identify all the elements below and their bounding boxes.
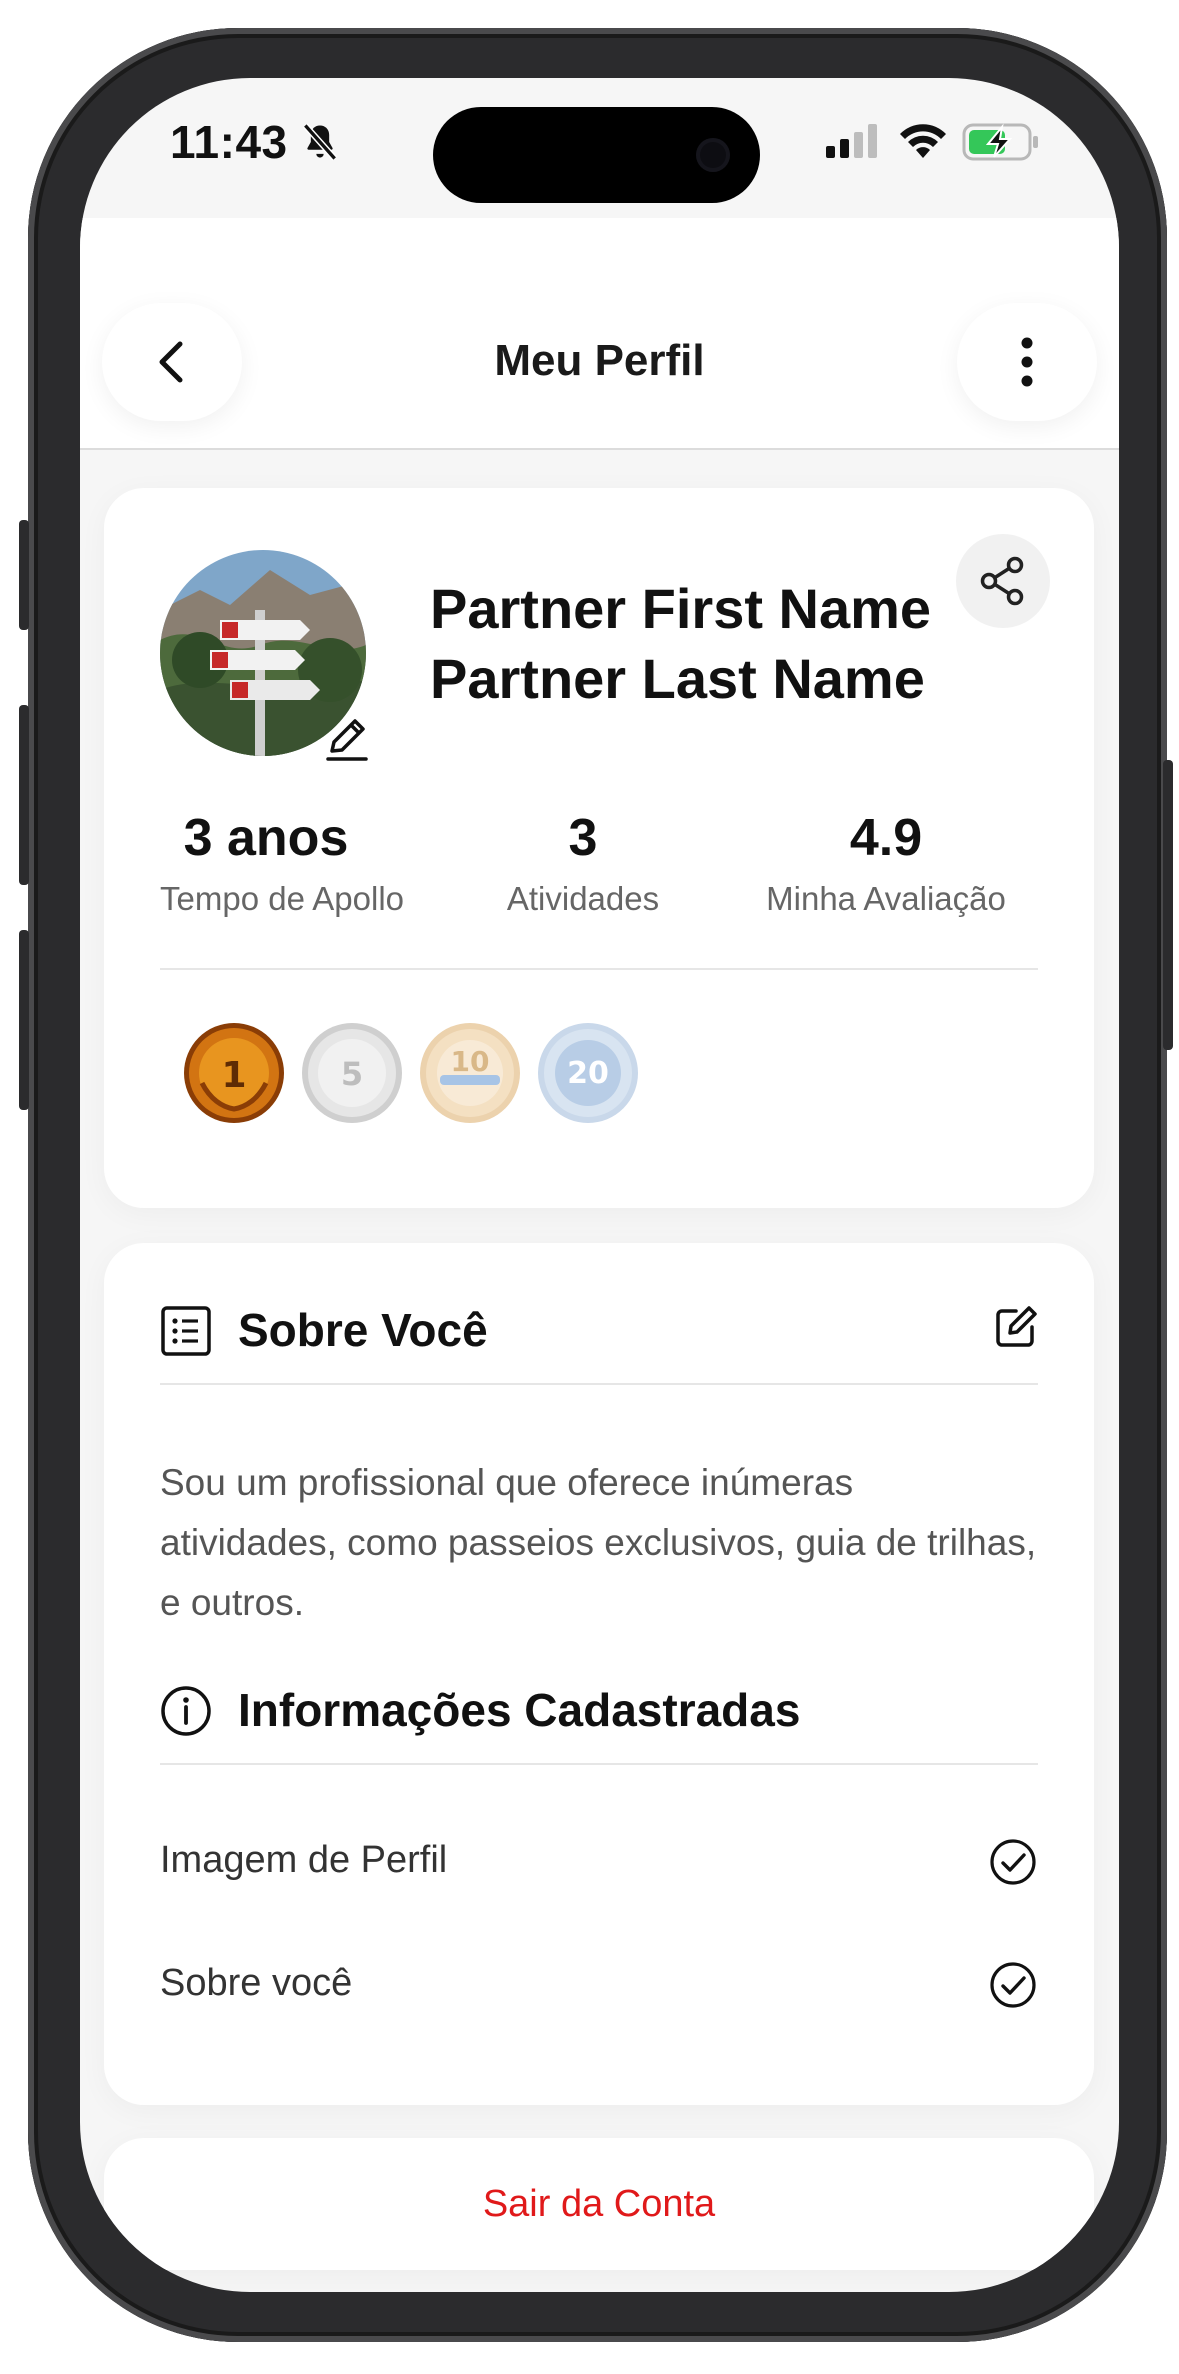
info-item-label: Imagem de Perfil xyxy=(160,1839,448,1881)
screen: 11:43 Meu Perfil Partner First Name Part… xyxy=(80,78,1119,2292)
stat-value: 4.9 xyxy=(849,809,923,867)
dynamic-island xyxy=(433,107,760,203)
stat-time: 3 anos Tempo de Apollo xyxy=(160,808,405,918)
check-circle-icon xyxy=(990,1962,1036,2008)
stat-label: Atividades xyxy=(506,880,660,917)
wifi-icon xyxy=(900,124,946,158)
svg-text:20: 20 xyxy=(567,1056,609,1091)
profile-card: Partner First Name Partner Last Name 3 a… xyxy=(104,488,1094,1208)
share-button[interactable] xyxy=(956,534,1050,628)
stat-activities: 3 Atividades xyxy=(488,808,678,918)
divider xyxy=(160,1763,1038,1765)
svg-text:10: 10 xyxy=(451,1045,490,1078)
about-section-header: Sobre Você xyxy=(160,1301,1060,1361)
share-icon xyxy=(980,556,1024,606)
vertical-ellipsis-icon xyxy=(1021,337,1033,387)
logout-card: Sair da Conta xyxy=(104,2138,1094,2270)
divider xyxy=(160,968,1038,970)
partner-last-name: Partner Last Name xyxy=(430,647,925,710)
medal-20-icon[interactable]: 20 xyxy=(536,1021,640,1125)
action-button xyxy=(19,520,29,630)
about-card: Sobre Você Sou um profissional que ofere… xyxy=(104,1243,1094,2105)
cellular-signal-icon xyxy=(826,124,877,158)
medal-10-icon[interactable]: 10 xyxy=(418,1021,522,1125)
divider xyxy=(160,1383,1038,1385)
check-circle-icon xyxy=(990,1839,1036,1885)
stat-value: 3 xyxy=(568,809,598,867)
stat-label: Tempo de Apollo xyxy=(160,880,405,917)
status-time: 11:43 xyxy=(170,116,288,168)
info-title: Informações Cadastradas xyxy=(238,1684,801,1736)
svg-text:1: 1 xyxy=(221,1055,246,1096)
info-item-about: Sobre você xyxy=(160,1954,1038,2014)
bell-slash-icon xyxy=(303,123,337,161)
info-section-header: Informações Cadastradas xyxy=(160,1681,1060,1741)
power-button xyxy=(1163,760,1173,1050)
medal-1-icon[interactable]: 1 xyxy=(182,1021,286,1125)
volume-up-button xyxy=(19,705,29,885)
battery-charging-icon xyxy=(962,123,1038,161)
info-item-profile-image: Imagem de Perfil xyxy=(160,1831,1038,1891)
top-navigation-bar: Meu Perfil xyxy=(80,218,1119,450)
volume-down-button xyxy=(19,930,29,1110)
about-text: Sou um profissional que oferece inúmeras… xyxy=(160,1462,1037,1623)
list-document-icon xyxy=(161,1306,211,1356)
info-circle-icon xyxy=(161,1686,211,1736)
svg-text:5: 5 xyxy=(341,1055,363,1093)
stat-label: Minha Avaliação xyxy=(766,880,1006,917)
partner-first-name: Partner First Name xyxy=(430,577,932,640)
edit-square-icon[interactable] xyxy=(994,1305,1038,1349)
stat-rating: 4.9 Minha Avaliação xyxy=(750,808,1022,918)
stat-value: 3 anos xyxy=(183,809,349,867)
logout-button[interactable]: Sair da Conta xyxy=(104,2138,1094,2270)
more-options-button[interactable] xyxy=(957,303,1097,421)
about-title: Sobre Você xyxy=(238,1304,488,1356)
medal-5-icon[interactable]: 5 xyxy=(300,1021,404,1125)
info-item-label: Sobre você xyxy=(160,1962,353,2004)
pencil-icon[interactable] xyxy=(322,713,372,763)
